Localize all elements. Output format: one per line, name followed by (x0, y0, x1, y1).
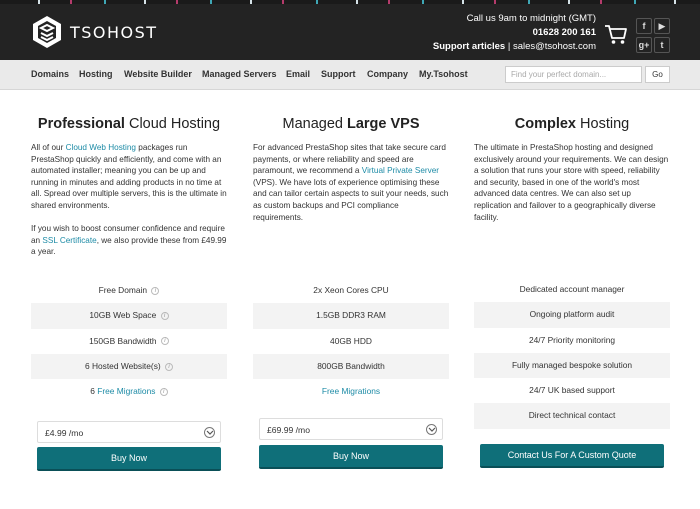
googleplus-icon[interactable]: g+ (636, 37, 652, 53)
main-nav: Domains Hosting Website Builder Managed … (0, 60, 700, 90)
feature-list: Dedicated account manager Ongoing platfo… (474, 277, 670, 429)
feature-item: Dedicated account manager (519, 284, 625, 294)
plan-description: All of our Cloud Web Hosting packages ru… (31, 143, 227, 257)
nav-item-hosting[interactable]: Hosting (79, 69, 113, 79)
opening-hours: Call us 9am to midnight (GMT) (466, 13, 596, 24)
cart-icon[interactable] (604, 22, 628, 46)
brand-name[interactable]: TSOHOST (70, 23, 158, 42)
virtual-private-server-link[interactable]: Virtual Private Server (362, 166, 439, 175)
nav-item-company[interactable]: Company (367, 69, 408, 79)
price-select[interactable]: £4.99 /mo (37, 421, 221, 443)
feature-list: Free Domain i 10GB Web Space i 150GB Ban… (31, 278, 227, 404)
info-icon[interactable]: i (165, 362, 174, 371)
feature-item: Ongoing platform audit (474, 302, 670, 328)
nav-item-website-builder[interactable]: Website Builder (124, 69, 192, 79)
nav-item-support[interactable]: Support (321, 69, 356, 79)
buy-now-button[interactable]: Buy Now (259, 445, 443, 469)
feature-item: 1.5GB DDR3 RAM (253, 303, 449, 329)
info-icon[interactable]: i (159, 387, 168, 396)
feature-item: Direct technical contact (474, 403, 670, 429)
free-migrations-link[interactable]: Free Migrations (97, 386, 155, 396)
nav-item-email[interactable]: Email (286, 69, 310, 79)
plan-description: For advanced PrestaShop sites that take … (253, 143, 449, 222)
plan-description: The ultimate in PrestaShop hosting and d… (474, 143, 669, 222)
feature-item: Free Domain i (31, 278, 227, 303)
go-button[interactable]: Go (645, 66, 670, 83)
info-icon[interactable]: i (160, 312, 169, 321)
plan-title: Complex Hosting (514, 116, 630, 132)
feature-item: 2x Xeon Cores CPU (313, 285, 389, 295)
info-icon[interactable]: i (160, 337, 169, 346)
tsohost-logo-icon[interactable] (30, 15, 64, 49)
contact-info: Call us 9am to midnight (GMT) 01628 200 … (433, 12, 596, 54)
free-migrations-link[interactable]: Free Migrations (322, 386, 380, 396)
feature-item: 10GB Web Space i (31, 303, 227, 329)
info-icon[interactable]: i (151, 286, 160, 295)
cloud-web-hosting-link[interactable]: Cloud Web Hosting (66, 143, 136, 152)
buy-now-button[interactable]: Buy Now (37, 447, 221, 471)
plan-title: Professional Cloud Hosting (37, 116, 221, 132)
phone-number[interactable]: 01628 200 161 (433, 26, 596, 40)
feature-item: 24/7 UK based support (529, 385, 615, 396)
nav-item-my-tsohost[interactable]: My.Tsohost (419, 69, 468, 79)
support-separator: | (505, 41, 513, 52)
feature-item: 150GB Bandwidth i (31, 329, 227, 354)
nav-item-domains[interactable]: Domains (31, 69, 69, 79)
ssl-certificate-link[interactable]: SSL Certificate (42, 236, 96, 245)
twitter-icon[interactable]: t (654, 37, 670, 53)
feature-item: 6 Hosted Website(s) i (31, 353, 227, 380)
feature-item: 6 Free Migrations i (31, 379, 227, 404)
chevron-down-icon (426, 424, 437, 435)
contact-quote-button[interactable]: Contact Us For A Custom Quote (480, 444, 664, 468)
facebook-icon[interactable]: f (636, 18, 652, 34)
price-select[interactable]: £69.99 /mo (259, 418, 443, 440)
youtube-icon[interactable]: ▶ (654, 18, 670, 34)
feature-item: 800GB Bandwidth (253, 353, 449, 380)
nav-item-managed-servers[interactable]: Managed Servers (202, 69, 277, 79)
feature-item: 40GB HDD (330, 335, 372, 346)
site-header: TSOHOST Call us 9am to midnight (GMT) 01… (0, 4, 700, 60)
feature-item: Fully managed bespoke solution (474, 352, 670, 379)
chevron-down-icon (204, 427, 215, 438)
feature-item: 24/7 Priority monitoring (528, 334, 616, 345)
domain-search-input[interactable] (505, 66, 642, 83)
feature-list: 2x Xeon Cores CPU 1.5GB DDR3 RAM 40GB HD… (253, 278, 449, 404)
sales-email-link[interactable]: sales@tsohost.com (513, 41, 596, 52)
feature-item: Free Migrations (253, 379, 449, 404)
support-articles-link[interactable]: Support articles (433, 41, 505, 52)
plan-title: Managed Large VPS (282, 116, 420, 132)
